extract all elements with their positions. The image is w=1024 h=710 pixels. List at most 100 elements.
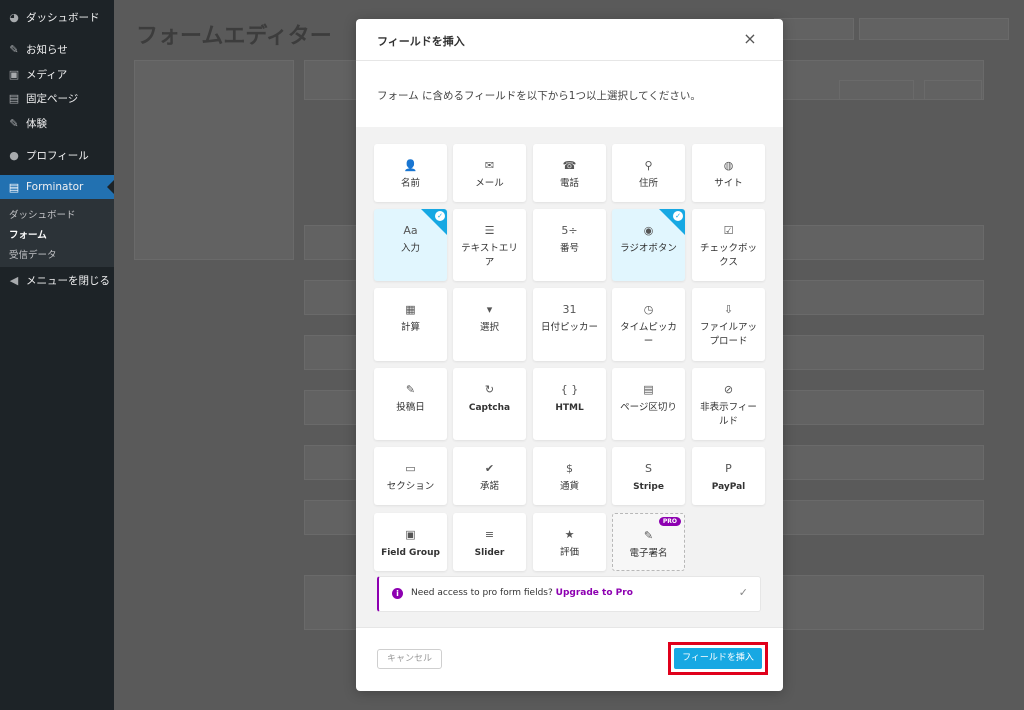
field-option[interactable]: ≡ Slider xyxy=(453,513,526,571)
info-icon: i xyxy=(392,588,403,599)
field-option-label: 投稿日 xyxy=(396,402,425,413)
modal-title: フィールドを挿入 xyxy=(377,35,465,48)
field-option[interactable]: { } HTML xyxy=(533,368,606,440)
sidebar-item-dashboard[interactable]: ◕ ダッシュボード xyxy=(0,6,114,28)
number-icon: 5÷ xyxy=(561,224,578,237)
field-option[interactable]: ◍ サイト xyxy=(692,144,765,202)
field-option[interactable]: ◷ タイムピッカー xyxy=(612,288,685,361)
upgrade-notice: i Need access to pro form fields? Upgrad… xyxy=(377,576,761,612)
field-option-label: テキストエリア xyxy=(461,243,518,268)
slider-icon: ≡ xyxy=(484,528,495,541)
pen-icon: ✎ xyxy=(643,529,654,542)
field-option[interactable]: ▾ 選択 xyxy=(453,288,526,361)
page-break-icon: ▤ xyxy=(643,383,654,396)
field-option-label: Slider xyxy=(474,548,505,558)
insert-field-button[interactable]: フィールドを挿入 xyxy=(674,648,762,669)
field-option[interactable]: ☑ チェックボックス xyxy=(692,209,765,281)
field-option[interactable]: ✉ メール xyxy=(453,144,526,202)
field-option[interactable]: ☎ 電話 xyxy=(533,144,606,202)
submenu-dashboard[interactable]: ダッシュボード xyxy=(9,207,76,221)
field-option[interactable]: $ 通貨 xyxy=(533,447,606,505)
field-option-label: 電子署名 xyxy=(629,548,668,559)
field-option[interactable]: ◉ ラジオボタン ✓ xyxy=(612,209,685,281)
eye-slash-icon: ⊘ xyxy=(723,383,734,396)
submenu-submissions[interactable]: 受信データ xyxy=(9,247,57,261)
field-option[interactable]: ✎ 投稿日 xyxy=(374,368,447,440)
media-icon: ▣ xyxy=(8,67,20,81)
field-option-label: チェックボックス xyxy=(699,243,757,268)
sidebar-item-forminator[interactable]: ▤ Forminator xyxy=(0,175,114,199)
sidebar-item-posts[interactable]: ✎ お知らせ xyxy=(0,38,114,60)
bg-button xyxy=(924,80,982,100)
field-option[interactable]: P PayPal xyxy=(692,447,765,505)
field-option[interactable]: ★ 評価 xyxy=(533,513,606,571)
field-option-label: Captcha xyxy=(468,403,511,413)
upload-icon: ⇩ xyxy=(723,303,734,316)
field-option[interactable]: ✔ 承諾 xyxy=(453,447,526,505)
field-option[interactable]: ☰ テキストエリア xyxy=(453,209,526,281)
stripe-icon: S xyxy=(645,462,652,475)
forminator-submenu: ダッシュボード フォーム 受信データ xyxy=(0,199,114,267)
field-option-label: 非表示フィールド xyxy=(700,402,757,427)
page-icon: ▤ xyxy=(8,91,20,105)
submenu-forms[interactable]: フォーム xyxy=(9,227,47,241)
collapse-icon: ◀ xyxy=(9,273,19,287)
field-option[interactable]: S Stripe xyxy=(612,447,685,505)
cancel-button[interactable]: キャンセル xyxy=(377,649,442,669)
collapse-menu-button[interactable]: ◀ メニューを閉じる xyxy=(0,269,114,291)
sidebar-item-media[interactable]: ▣ メディア xyxy=(0,63,114,85)
field-option[interactable]: ✎ 電子署名 PRO xyxy=(612,513,685,571)
select-icon: ▾ xyxy=(486,303,493,316)
field-option[interactable]: ⚲ 住所 xyxy=(612,144,685,202)
upgrade-text: Need access to pro form fields? Upgrade … xyxy=(411,588,633,598)
field-option-label: Stripe xyxy=(633,482,664,492)
dismiss-notice-button[interactable]: ✓ xyxy=(739,586,748,599)
section-icon: ▭ xyxy=(405,462,416,475)
field-option[interactable]: ⊘ 非表示フィールド xyxy=(692,368,765,440)
field-option[interactable]: 31 日付ピッカー xyxy=(533,288,606,361)
currency-icon: $ xyxy=(566,462,573,475)
clock-icon: ◷ xyxy=(643,303,654,316)
field-option[interactable]: 5÷ 番号 xyxy=(533,209,606,281)
sidebar-item-label: 体験 xyxy=(26,117,47,130)
pin-icon: ✎ xyxy=(405,383,416,396)
bg-button xyxy=(859,18,1009,40)
check-icon: ✓ xyxy=(673,211,683,221)
textarea-icon: ☰ xyxy=(484,224,495,237)
sidebar-item-label: メディア xyxy=(26,68,68,81)
field-option-label: PayPal xyxy=(711,482,746,492)
close-button[interactable]: × xyxy=(741,30,759,48)
field-option[interactable]: ▤ ページ区切り xyxy=(612,368,685,440)
captcha-icon: ↻ xyxy=(484,383,495,396)
pin-icon: ✎ xyxy=(9,116,19,130)
modal-header: フィールドを挿入 × xyxy=(356,19,783,61)
field-option[interactable]: 👤 名前 xyxy=(374,144,447,202)
insert-field-modal: フィールドを挿入 × フォーム に含めるフィールドを以下から1つ以上選択してくだ… xyxy=(356,19,783,691)
field-option[interactable]: ▣ Field Group xyxy=(374,513,447,571)
field-option-label: HTML xyxy=(555,403,584,413)
user-icon: ● xyxy=(9,148,19,162)
field-option-label: 名前 xyxy=(400,178,420,189)
sidebar-item-pages[interactable]: ▤ 固定ページ xyxy=(0,87,114,109)
paypal-icon: P xyxy=(725,462,732,475)
admin-sidebar: ◕ ダッシュボード ✎ お知らせ ▣ メディア ▤ 固定ページ ✎ 体験 ● プ… xyxy=(0,0,114,710)
mail-icon: ✉ xyxy=(484,159,495,172)
globe-icon: ◍ xyxy=(723,159,734,172)
check-icon: ✓ xyxy=(435,211,445,221)
field-option-label: タイムピッカー xyxy=(620,322,677,347)
field-option[interactable]: ▭ セクション xyxy=(374,447,447,505)
field-option[interactable]: ↻ Captcha xyxy=(453,368,526,440)
field-option[interactable]: ▦ 計算 xyxy=(374,288,447,361)
bg-button xyxy=(774,18,854,40)
upgrade-to-pro-link[interactable]: Upgrade to Pro xyxy=(556,588,633,598)
code-icon: { } xyxy=(560,383,579,396)
sidebar-item-profile[interactable]: ● プロフィール xyxy=(0,144,114,166)
sidebar-item-experience[interactable]: ✎ 体験 xyxy=(0,112,114,134)
field-option-label: Field Group xyxy=(381,548,440,558)
star-icon: ★ xyxy=(564,528,575,541)
location-pin-icon: ⚲ xyxy=(644,159,653,172)
field-option-label: 電話 xyxy=(559,178,579,189)
field-option[interactable]: Aa 入力 ✓ xyxy=(374,209,447,281)
upgrade-message: Need access to pro form fields? xyxy=(411,588,553,598)
field-option[interactable]: ⇩ ファイルアップロード xyxy=(692,288,765,361)
